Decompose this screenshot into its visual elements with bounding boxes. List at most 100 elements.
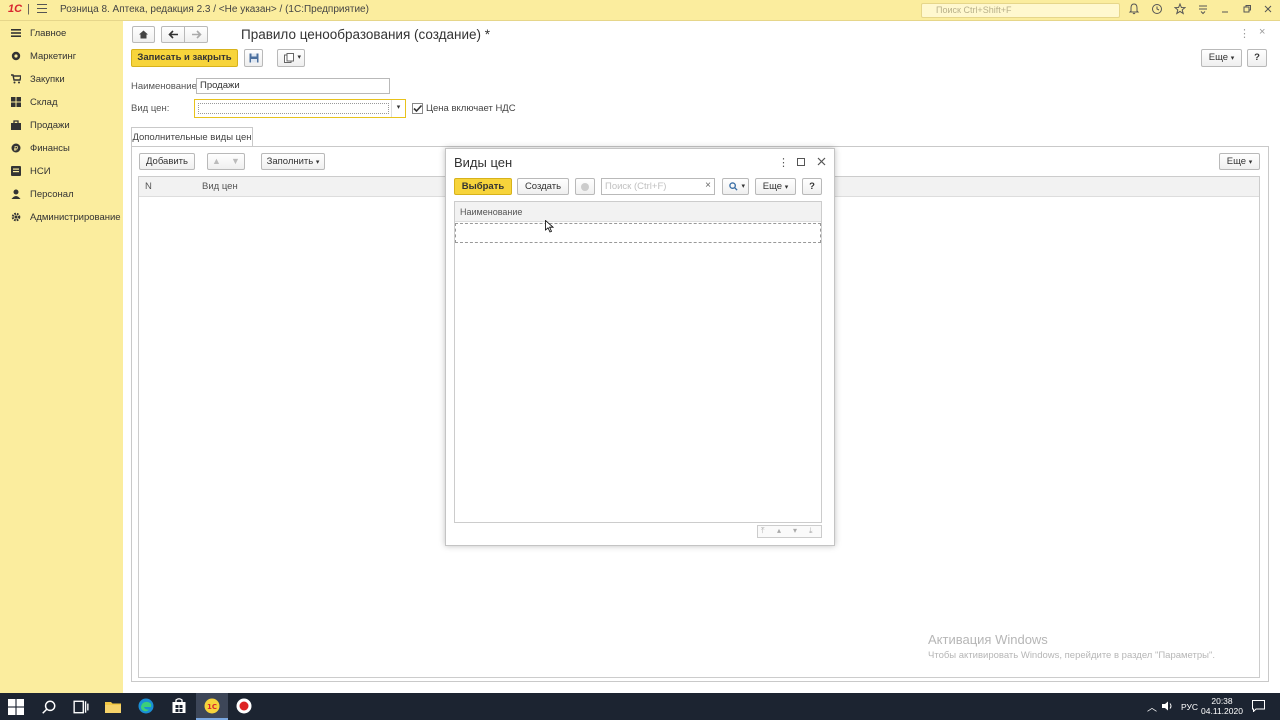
app-title: Розница 8. Аптека, редакция 2.3 / <Не ук… xyxy=(60,4,369,15)
vat-checkbox[interactable] xyxy=(412,103,423,114)
bell-icon[interactable] xyxy=(1127,3,1141,17)
sidebar-item-purchases[interactable]: Закупки xyxy=(0,70,123,90)
personnel-icon xyxy=(11,189,21,199)
purchases-icon xyxy=(11,74,21,84)
column-header-price-type[interactable]: Вид цен xyxy=(202,181,238,192)
file-explorer-icon[interactable] xyxy=(105,699,121,715)
save-and-close-button[interactable]: Записать и закрыть xyxy=(131,49,238,67)
scroll-up-icon[interactable]: ▴ xyxy=(777,526,781,535)
sidebar-item-main[interactable]: Главное xyxy=(0,24,123,44)
scroll-to-top-icon[interactable]: ⤒ xyxy=(761,526,765,536)
dialog-more-dots-icon[interactable]: ⋮ xyxy=(778,156,789,169)
sidebar-item-marketing[interactable]: Маркетинг xyxy=(0,47,123,67)
create-button[interactable]: Создать xyxy=(517,178,569,195)
documents-icon xyxy=(284,53,294,63)
maximize-icon[interactable] xyxy=(797,158,805,166)
column-header-n[interactable]: N xyxy=(145,181,152,192)
print-menu-button[interactable]: ▾ xyxy=(277,49,305,67)
floppy-icon xyxy=(249,53,258,63)
arrow-up-icon[interactable]: ▲ xyxy=(212,154,221,169)
arrow-down-icon[interactable]: ▼ xyxy=(231,154,240,169)
notifications-icon[interactable] xyxy=(1252,700,1265,712)
dropdown-arrow-icon[interactable]: ▾ xyxy=(391,100,405,117)
taskbar-clock[interactable]: 20:38 04.11.2020 xyxy=(1200,696,1244,716)
fill-label: Заполнить xyxy=(266,156,314,167)
sidebar-item-label: Склад xyxy=(30,97,58,108)
hamburger-menu-icon[interactable] xyxy=(37,4,47,14)
history-icon[interactable] xyxy=(1150,3,1164,17)
minimize-icon[interactable] xyxy=(1218,3,1232,17)
close-icon[interactable] xyxy=(1261,3,1275,17)
checkmark-icon xyxy=(413,104,423,113)
dropdown-arrow-icon: ▾ xyxy=(297,54,301,61)
functions-menu-icon[interactable] xyxy=(1196,3,1210,17)
scroll-down-icon[interactable]: ▾ xyxy=(793,526,797,535)
dropdown-arrow-icon: ▾ xyxy=(1230,55,1235,62)
table-more-button[interactable]: Еще ▾ xyxy=(1219,153,1260,170)
dialog-search-input[interactable]: Поиск (Ctrl+F) xyxy=(601,178,715,195)
show-hidden-icons-icon[interactable]: ︿ xyxy=(1147,699,1157,714)
copy-button[interactable] xyxy=(575,178,595,195)
forward-button[interactable] xyxy=(184,26,208,43)
sidebar-item-reference[interactable]: НСИ xyxy=(0,162,123,182)
taskbar-search-icon[interactable] xyxy=(41,699,57,715)
dialog-more-button[interactable]: Еще ▾ xyxy=(755,178,796,195)
recorder-icon[interactable] xyxy=(236,698,252,714)
1c-app-icon: 1С xyxy=(204,698,220,714)
fill-menu-button[interactable]: Заполнить ▾ xyxy=(261,153,325,170)
help-button[interactable]: ? xyxy=(1247,49,1267,67)
dialog-list-table[interactable]: Наименование xyxy=(454,201,822,523)
vat-checkbox-label: Цена включает НДС xyxy=(426,103,516,114)
tab-additional-price-types[interactable]: Дополнительные виды цен xyxy=(131,127,253,147)
windows-activation-watermark: Активация Windows Чтобы активировать Win… xyxy=(928,632,1215,661)
edge-browser-icon[interactable] xyxy=(138,698,154,714)
taskbar-1c-app[interactable]: 1С xyxy=(196,693,228,720)
more-menu-button[interactable]: Еще ▾ xyxy=(1201,49,1242,67)
finance-icon: ₽ xyxy=(11,143,21,153)
volume-icon[interactable] xyxy=(1162,701,1174,711)
sidebar-item-finance[interactable]: ₽ Финансы xyxy=(0,139,123,159)
home-button[interactable] xyxy=(132,26,155,43)
list-scroll-buttons: ⤒ ▴ ▾ ⤓ xyxy=(757,525,822,538)
save-button[interactable] xyxy=(244,49,263,67)
more-label: Еще xyxy=(1226,156,1247,167)
task-view-icon[interactable] xyxy=(73,699,89,715)
dialog-close-icon[interactable] xyxy=(817,157,826,166)
scroll-to-bottom-icon[interactable]: ⤓ xyxy=(809,526,813,536)
name-input[interactable]: Продажи xyxy=(196,78,390,94)
search-options-button[interactable]: ▾ xyxy=(722,178,749,195)
arrow-left-icon xyxy=(167,30,178,39)
price-type-input[interactable]: ▾ xyxy=(194,99,406,118)
add-row-button[interactable]: Добавить xyxy=(139,153,195,170)
back-button[interactable] xyxy=(161,26,185,43)
watermark-title: Активация Windows xyxy=(928,632,1048,647)
dropdown-arrow-icon: ▾ xyxy=(741,183,745,190)
sidebar-item-warehouse[interactable]: Склад xyxy=(0,93,123,113)
selected-empty-row[interactable] xyxy=(455,223,821,243)
dialog-help-button[interactable]: ? xyxy=(802,178,822,195)
sales-icon xyxy=(11,120,21,130)
sidebar-item-admin[interactable]: Администрирование xyxy=(0,208,123,228)
sidebar-item-label: Главное xyxy=(30,28,67,39)
select-button[interactable]: Выбрать xyxy=(454,178,512,195)
name-label: Наименование: xyxy=(131,81,200,92)
star-icon[interactable] xyxy=(1173,2,1187,17)
form-more-dots-icon[interactable]: ⋮ xyxy=(1239,27,1250,40)
copy-icon xyxy=(581,183,589,191)
svg-text:₽: ₽ xyxy=(14,145,19,153)
sidebar-item-personnel[interactable]: Персонал xyxy=(0,185,123,205)
watermark-text: Чтобы активировать Windows, перейдите в … xyxy=(928,650,1215,661)
more-label: Еще xyxy=(762,181,783,192)
clear-search-icon[interactable]: × xyxy=(701,178,715,195)
form-close-icon[interactable]: × xyxy=(1259,26,1265,38)
store-icon[interactable] xyxy=(171,698,187,714)
language-indicator[interactable]: РУС xyxy=(1181,702,1198,712)
sidebar-item-label: Администрирование xyxy=(30,212,121,223)
windows-start-icon[interactable] xyxy=(8,699,24,715)
sidebar-item-label: НСИ xyxy=(30,166,51,177)
sidebar-item-sales[interactable]: Продажи xyxy=(0,116,123,136)
restore-icon[interactable] xyxy=(1240,3,1254,17)
global-search-input[interactable]: Поиск Ctrl+Shift+F xyxy=(921,3,1120,18)
column-header-name[interactable]: Наименование xyxy=(460,207,522,217)
focus-outline xyxy=(198,103,389,114)
